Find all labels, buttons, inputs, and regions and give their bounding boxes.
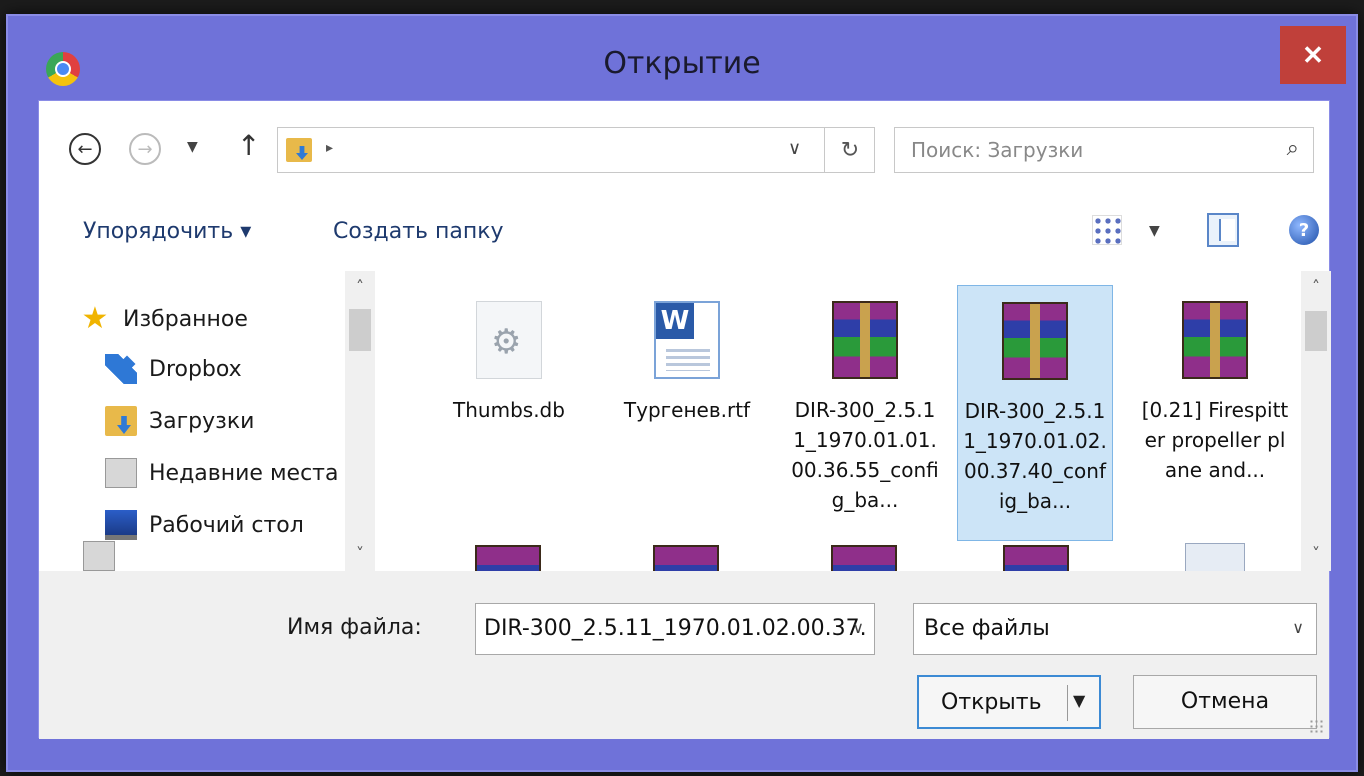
scroll-down-icon[interactable]: ˅	[1301, 544, 1331, 563]
help-icon[interactable]: ?	[1289, 215, 1319, 245]
file-item-thumbs-db[interactable]: Thumbs.db	[431, 285, 587, 541]
dialog-footer: Имя файла: DIR-300_2.5.11_1970.01.02.00.…	[39, 571, 1329, 739]
scroll-down-icon[interactable]: ˅	[345, 544, 375, 563]
nav-item-label: Рабочий стол	[149, 512, 304, 538]
file-name: DIR-300_2.5.11_1970.01.02.00.37.40_confi…	[963, 399, 1107, 513]
address-bar: ← → ▼ ↑ ▸ ∨ ↻ Поиск: Загрузки ⌕	[39, 101, 1329, 191]
file-list: Thumbs.db Тургенев.rtf DIR-300_2.5.11_19…	[375, 271, 1331, 571]
resize-grip-icon[interactable]	[1309, 719, 1325, 735]
filename-field[interactable]: DIR-300_2.5.11_1970.01.02.00.37. ∨	[475, 603, 875, 655]
new-folder-button[interactable]: Создать папку	[333, 219, 504, 244]
rar-archive-icon[interactable]	[1003, 545, 1069, 571]
organize-button[interactable]: Упорядочить ▾	[83, 219, 251, 244]
downloads-folder-icon	[286, 138, 312, 162]
rar-archive-icon	[1002, 302, 1068, 380]
path-chevron-icon[interactable]: ▸	[326, 140, 333, 156]
preview-pane-icon[interactable]	[1207, 213, 1239, 247]
view-options-icon[interactable]	[1092, 215, 1122, 245]
file-item-dir300-config-1[interactable]: DIR-300_2.5.11_1970.01.01.00.36.55_confi…	[787, 285, 943, 541]
cancel-button[interactable]: Отмена	[1133, 675, 1317, 729]
path-dropdown-icon[interactable]: ∨	[788, 138, 801, 159]
dialog-title: Открытие	[603, 46, 761, 81]
star-icon: ★	[81, 301, 109, 336]
search-placeholder: Поиск: Загрузки	[911, 138, 1084, 162]
filename-label: Имя файла:	[287, 615, 422, 640]
nav-item-label: Загрузки	[149, 408, 255, 434]
nav-item-desktop[interactable]: Рабочий стол	[105, 503, 304, 547]
scroll-up-icon[interactable]: ˄	[1301, 277, 1331, 296]
desktop-icon	[105, 510, 137, 540]
partial-nav-item-icon	[83, 541, 115, 571]
file-type-value: Все файлы	[924, 616, 1050, 641]
filename-value: DIR-300_2.5.11_1970.01.02.00.37.	[484, 616, 867, 641]
nav-item-label: Недавние места	[149, 460, 339, 486]
back-arrow-icon[interactable]: ←	[69, 133, 101, 165]
nav-item-dropbox[interactable]: Dropbox	[105, 347, 242, 391]
forward-arrow-icon[interactable]: →	[129, 133, 161, 165]
file-name: DIR-300_2.5.11_1970.01.01.00.36.55_confi…	[791, 398, 939, 512]
open-button[interactable]: Открыть ▼	[917, 675, 1101, 729]
split-divider	[1067, 685, 1068, 721]
cancel-button-label: Отмена	[1180, 689, 1270, 714]
image-file-icon[interactable]	[1185, 543, 1245, 571]
open-options-arrow-icon[interactable]: ▼	[1073, 691, 1085, 710]
rar-archive-icon[interactable]	[831, 545, 897, 571]
rar-archive-icon[interactable]	[653, 545, 719, 571]
rar-archive-icon	[1182, 301, 1248, 379]
navigation-pane: ★ Избранное Dropbox Загрузки Недавние ме…	[39, 271, 375, 571]
nav-scrollbar[interactable]: ˄ ˅	[345, 271, 375, 571]
file-item-firespitter[interactable]: [0.21] Firespitter propeller plane and..…	[1137, 285, 1293, 541]
search-icon[interactable]: ⌕	[1287, 136, 1299, 161]
scroll-up-icon[interactable]: ˄	[345, 277, 375, 296]
system-file-icon	[476, 301, 542, 379]
file-type-select[interactable]: Все файлы ∨	[913, 603, 1317, 655]
nav-item-downloads[interactable]: Загрузки	[105, 399, 254, 443]
path-field[interactable]: ▸ ∨ ↻	[277, 127, 875, 173]
word-document-icon	[654, 301, 720, 379]
refresh-icon[interactable]: ↻	[824, 128, 875, 172]
rar-archive-icon	[832, 301, 898, 379]
file-list-scrollbar[interactable]: ˄ ˅	[1301, 271, 1331, 571]
downloads-folder-icon	[105, 406, 137, 436]
up-arrow-icon[interactable]: ↑	[237, 129, 260, 162]
nav-item-label: Избранное	[123, 306, 248, 332]
title-bar[interactable]: Открытие ✕	[8, 16, 1356, 100]
file-name: Thumbs.db	[453, 398, 565, 422]
scroll-thumb[interactable]	[1305, 311, 1327, 351]
scroll-thumb[interactable]	[349, 309, 371, 351]
chevron-down-icon[interactable]: ∨	[1292, 618, 1304, 637]
command-toolbar: Упорядочить ▾ Создать папку ▼ ?	[39, 191, 1329, 271]
file-item-dir300-config-2[interactable]: DIR-300_2.5.11_1970.01.02.00.37.40_confi…	[957, 285, 1113, 541]
dialog-client-area: ← → ▼ ↑ ▸ ∨ ↻ Поиск: Загрузки ⌕ Упорядоч…	[38, 100, 1331, 739]
rar-archive-icon[interactable]	[475, 545, 541, 571]
file-name: [0.21] Firespitter propeller plane and..…	[1141, 398, 1289, 482]
recent-places-icon	[105, 458, 137, 488]
recent-locations-dropdown-icon[interactable]: ▼	[187, 139, 198, 155]
file-name: Тургенев.rtf	[623, 398, 751, 422]
nav-item-favorites[interactable]: ★ Избранное	[79, 297, 248, 341]
nav-item-recent-places[interactable]: Недавние места	[105, 451, 338, 495]
dropbox-icon	[105, 354, 137, 384]
open-file-dialog: Открытие ✕ ← → ▼ ↑ ▸ ∨ ↻ Поиск: Загрузки…	[6, 14, 1358, 772]
open-button-label: Открыть	[941, 690, 1042, 715]
close-button[interactable]: ✕	[1280, 26, 1346, 84]
nav-item-label: Dropbox	[149, 356, 242, 382]
file-item-turgenev-rtf[interactable]: Тургенев.rtf	[609, 285, 765, 541]
chevron-down-icon[interactable]: ∨	[852, 618, 864, 637]
search-input[interactable]: Поиск: Загрузки ⌕	[894, 127, 1314, 173]
view-dropdown-icon[interactable]: ▼	[1149, 223, 1160, 239]
